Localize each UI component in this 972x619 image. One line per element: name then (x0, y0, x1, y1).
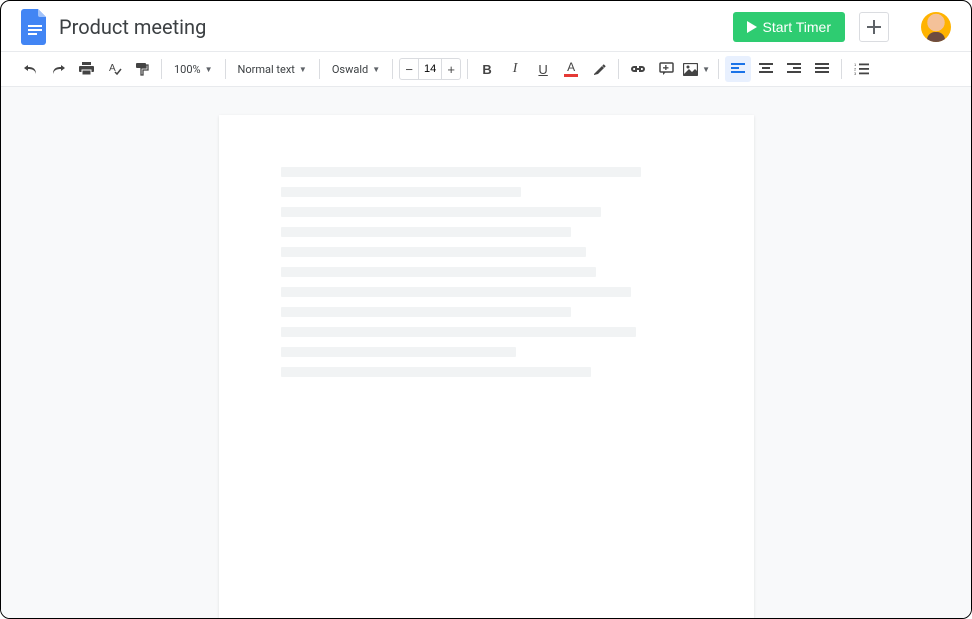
add-button[interactable] (859, 12, 889, 42)
docs-logo-icon[interactable] (21, 9, 49, 45)
zoom-value: 100% (174, 63, 201, 76)
toolbar-separator (225, 59, 226, 79)
image-icon (683, 63, 698, 76)
toolbar-separator (319, 59, 320, 79)
align-justify-button[interactable] (809, 56, 835, 82)
font-size-increase-button[interactable]: + (442, 59, 460, 79)
highlight-color-button[interactable] (586, 56, 612, 82)
spellcheck-button[interactable]: A (101, 56, 127, 82)
paint-format-button[interactable] (129, 56, 155, 82)
numbered-list-icon: 1 2 3 (854, 63, 869, 75)
placeholder-line (281, 207, 601, 217)
align-right-icon (787, 63, 801, 75)
toolbar-separator (841, 59, 842, 79)
placeholder-line (281, 347, 516, 357)
text-color-icon: A (564, 61, 578, 77)
insert-comment-button[interactable] (653, 56, 679, 82)
font-family-dropdown[interactable]: Oswald ▼ (326, 56, 386, 82)
document-canvas[interactable] (1, 87, 971, 618)
insert-link-button[interactable] (625, 56, 651, 82)
chevron-down-icon: ▼ (702, 65, 710, 74)
align-left-icon (731, 63, 745, 75)
italic-icon: I (513, 61, 518, 77)
placeholder-line (281, 227, 571, 237)
print-button[interactable] (73, 56, 99, 82)
placeholder-line (281, 307, 571, 317)
document-title[interactable]: Product meeting (59, 15, 723, 39)
text-color-button[interactable]: A (558, 56, 584, 82)
underline-button[interactable]: U (530, 56, 556, 82)
bold-icon: B (482, 62, 491, 77)
toolbar-separator (161, 59, 162, 79)
toolbar: A 100% ▼ Normal text ▼ Oswald ▼ − + B I … (1, 51, 971, 87)
align-left-button[interactable] (725, 56, 751, 82)
toolbar-separator (718, 59, 719, 79)
bold-button[interactable]: B (474, 56, 500, 82)
style-value: Normal text (238, 63, 295, 76)
page[interactable] (219, 115, 754, 618)
chevron-down-icon: ▼ (205, 65, 213, 74)
start-timer-label: Start Timer (763, 19, 831, 35)
font-size-decrease-button[interactable]: − (400, 59, 418, 79)
plus-icon (867, 20, 881, 34)
toolbar-separator (618, 59, 619, 79)
undo-icon (23, 63, 38, 75)
highlighter-icon (592, 62, 607, 77)
align-justify-icon (815, 63, 829, 75)
italic-button[interactable]: I (502, 56, 528, 82)
placeholder-line (281, 267, 596, 277)
chevron-down-icon: ▼ (299, 65, 307, 74)
print-icon (79, 62, 94, 76)
placeholder-line (281, 287, 631, 297)
zoom-dropdown[interactable]: 100% ▼ (168, 56, 219, 82)
start-timer-button[interactable]: Start Timer (733, 12, 845, 42)
placeholder-line (281, 367, 591, 377)
paragraph-style-dropdown[interactable]: Normal text ▼ (232, 56, 313, 82)
chevron-down-icon: ▼ (372, 65, 380, 74)
redo-button[interactable] (45, 56, 71, 82)
font-value: Oswald (332, 63, 368, 76)
svg-text:3: 3 (854, 71, 857, 75)
align-right-button[interactable] (781, 56, 807, 82)
font-size-input[interactable] (418, 59, 442, 79)
placeholder-line (281, 327, 636, 337)
play-icon (747, 21, 757, 33)
placeholder-line (281, 167, 641, 177)
redo-icon (51, 63, 66, 75)
numbered-list-button[interactable]: 1 2 3 (848, 56, 874, 82)
underline-icon: U (538, 62, 547, 77)
paint-roller-icon (135, 62, 150, 77)
placeholder-line (281, 187, 521, 197)
user-avatar[interactable] (921, 12, 951, 42)
placeholder-line (281, 247, 586, 257)
toolbar-separator (467, 59, 468, 79)
undo-button[interactable] (17, 56, 43, 82)
align-center-button[interactable] (753, 56, 779, 82)
toolbar-separator (392, 59, 393, 79)
comment-icon (659, 62, 674, 76)
spellcheck-icon: A (107, 62, 122, 76)
app-header: Product meeting Start Timer (1, 1, 971, 51)
align-center-icon (759, 63, 773, 75)
font-size-group: − + (399, 58, 461, 80)
insert-image-dropdown[interactable]: ▼ (681, 56, 712, 82)
link-icon (630, 64, 646, 74)
